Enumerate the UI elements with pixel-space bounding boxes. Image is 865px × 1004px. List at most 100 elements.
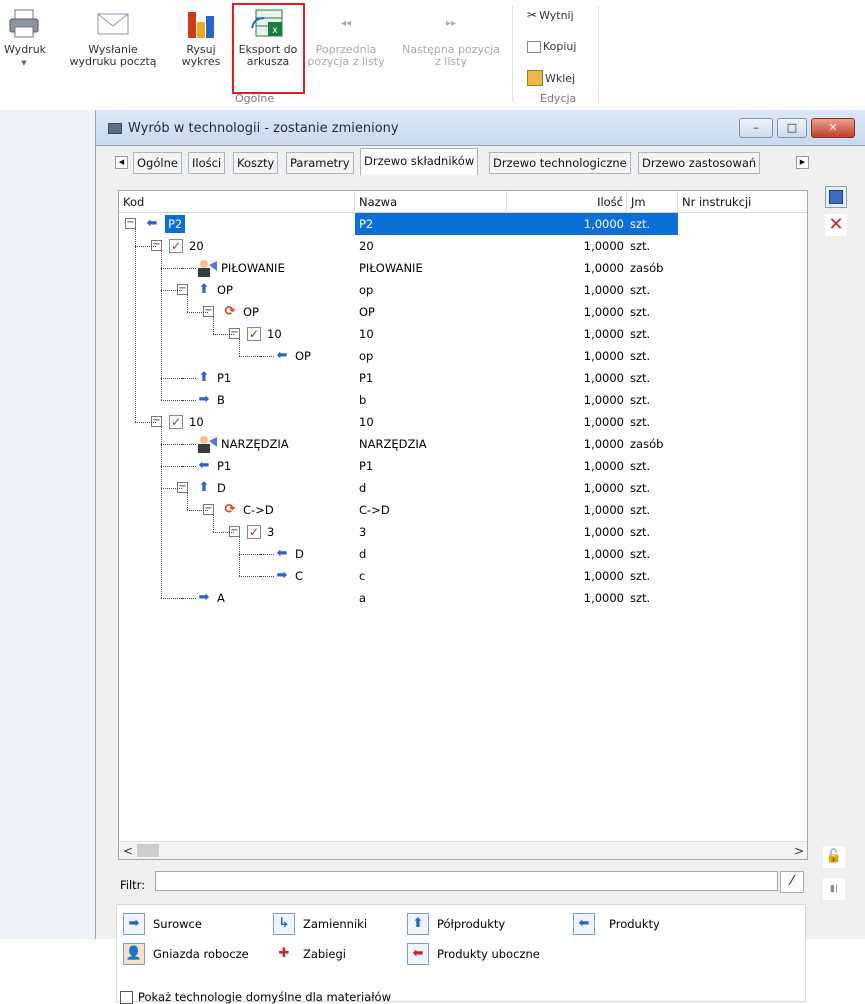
product-arrow-left-icon: ⬅ xyxy=(146,216,158,231)
close-button[interactable]: ✕ xyxy=(811,118,855,138)
legend-polprodukty[interactable]: ⬆ Półprodukty xyxy=(407,913,505,935)
tree-row[interactable]: − ✓ 10 10 1,0000 szt. xyxy=(119,411,807,433)
group-edycja-label: Edycja xyxy=(540,92,577,105)
components-tree-grid[interactable]: Kod Nazwa Ilość Jm Nr instrukcji − ⬅ P2 P2 1… xyxy=(118,190,808,860)
scroll-right-icon[interactable]: > xyxy=(794,844,804,858)
work-center-icon xyxy=(195,435,217,453)
default-technology-checkbox[interactable]: Pokaż technologie domyślne dla materiałó… xyxy=(120,990,391,1004)
draw-chart-button[interactable]: Rysuj wykres xyxy=(172,8,230,68)
tree-row[interactable]: − ✓ 20 20 1,0000 szt. xyxy=(119,235,807,257)
maximize-button[interactable]: □ xyxy=(777,118,807,138)
scroll-left-icon[interactable]: < xyxy=(123,844,133,858)
tab-ogolne[interactable]: Ogólne xyxy=(133,152,182,174)
cell-kod: ⬅ D xyxy=(119,543,355,565)
tree-guide-line xyxy=(161,444,182,445)
scroll-thumb[interactable] xyxy=(137,844,159,857)
tab-drzewo-skladnikow[interactable]: Drzewo składników xyxy=(360,148,479,175)
tab-koszty[interactable]: Koszty xyxy=(233,152,279,174)
tree-connector xyxy=(182,400,196,401)
lock-button[interactable]: 🔓 xyxy=(823,846,845,868)
paste-button[interactable]: Wklej xyxy=(527,70,575,86)
save-button[interactable] xyxy=(825,186,847,208)
kod-text: P1 xyxy=(217,459,232,473)
grid-header: Kod Nazwa Ilość Jm Nr instrukcji xyxy=(119,191,807,213)
column-nr-instrukcji[interactable]: Nr instrukcji xyxy=(678,191,807,213)
close-icon: ✕ xyxy=(828,214,844,235)
legend-produkty[interactable]: ⬅ Produkty xyxy=(573,913,660,935)
minimize-button[interactable]: – xyxy=(739,118,773,138)
legend-gniazda[interactable]: 👤 Gniazda robocze xyxy=(123,943,249,965)
tab-scroll-right-icon[interactable]: ▶ xyxy=(796,156,809,169)
operation-icon: ✚ xyxy=(273,943,295,965)
pin-button[interactable]: ▮| xyxy=(823,878,845,900)
tree-row[interactable]: ➡ Cc 1,0000 szt. xyxy=(119,565,807,587)
raw-material-arrow-right-icon: ➡ xyxy=(198,590,210,605)
paste-icon xyxy=(527,70,543,86)
tab-drzewo-zastosowan[interactable]: Drzewo zastosowań xyxy=(638,152,761,174)
kod-content: ✓ 3 xyxy=(247,521,274,543)
tree-row[interactable]: ➡ Aa 1,0000 szt. xyxy=(119,587,807,609)
column-kod[interactable]: Kod xyxy=(119,191,355,213)
tab-content: Kod Nazwa Ilość Jm Nr instrukcji − ⬅ P2 P2 1… xyxy=(96,178,865,1004)
operation-check-icon: ✓ xyxy=(247,327,261,341)
tree-connector xyxy=(182,466,196,467)
column-jm[interactable]: Jm xyxy=(627,191,678,213)
filter-input[interactable] xyxy=(155,871,778,891)
tree-guide-line xyxy=(239,554,260,555)
semi-product-arrow-up-icon: ⬆ xyxy=(198,282,210,297)
default-technology-label: Pokaż technologie domyślne dla materiałó… xyxy=(138,990,391,1004)
cell-kod: PIŁOWANIE xyxy=(119,257,355,279)
tree-row[interactable]: ⬆ P1 P1 1,0000 szt. xyxy=(119,367,807,389)
next-item-button[interactable]: ▸▸ Następna pozycja z listy xyxy=(394,8,508,68)
tree-guide-line xyxy=(161,290,182,291)
cell-jm: szt. xyxy=(630,481,651,495)
tree-row[interactable]: − ⟳ OP OP 1,0000 szt. xyxy=(119,301,807,323)
tree-connector xyxy=(182,598,196,599)
column-ilosc[interactable]: Ilość xyxy=(507,191,627,213)
previous-item-button[interactable]: ◂◂ Poprzednia pozycja z listy xyxy=(306,8,386,68)
tree-row[interactable]: ⬅ OP op 1,0000 szt. xyxy=(119,345,807,367)
horizontal-scrollbar[interactable]: < > xyxy=(119,841,807,859)
tree-row[interactable]: ➡ Bb 1,0000 szt. xyxy=(119,389,807,411)
collapse-icon[interactable]: − xyxy=(125,218,136,229)
column-nazwa[interactable]: Nazwa xyxy=(355,191,507,213)
tab-scroll-left-icon[interactable]: ◀ xyxy=(115,156,128,169)
cell-nazwa: OP xyxy=(359,305,375,319)
legend-surowce[interactable]: ➡ Surowce xyxy=(123,913,202,935)
substitute-arrow-icon: ↳ xyxy=(273,913,295,935)
cell-kod: − ⬅ P2 xyxy=(119,213,355,235)
cell-nr-instrukcji xyxy=(678,543,807,565)
cell-ilosc: 1,0000 xyxy=(583,547,624,561)
kod-text: D xyxy=(295,547,304,561)
legend-zamienniki[interactable]: ↳ Zamienniki xyxy=(273,913,367,935)
tree-row[interactable]: ⬅ P1 P1 1,0000 szt. xyxy=(119,455,807,477)
cut-button[interactable]: ✂ Wytnij xyxy=(527,8,574,22)
title-bar[interactable]: Wyrób w technologii - zostanie zmieniony… xyxy=(96,110,865,146)
checkbox-box[interactable] xyxy=(120,990,133,1004)
cell-nazwa: d xyxy=(359,481,367,495)
copy-button[interactable]: Kopiuj xyxy=(527,40,576,53)
legend-zabiegi[interactable]: ✚ Zabiegi xyxy=(273,943,346,965)
legend-uboczne[interactable]: ⬅ Produkty uboczne xyxy=(407,943,540,965)
cell-nr-instrukcji xyxy=(678,279,807,301)
ribbon-separator xyxy=(512,6,513,102)
product-arrow-left-icon: ⬅ xyxy=(276,546,288,561)
previous-icon: ◂◂ xyxy=(340,18,352,29)
tree-row[interactable]: NARZĘDZIA NARZĘDZIA 1,0000 zasób xyxy=(119,433,807,455)
tree-row[interactable]: ⬅ Dd 1,0000 szt. xyxy=(119,543,807,565)
tree-row[interactable]: − ⬅ P2 P2 1,0000 szt. xyxy=(119,213,807,235)
tree-row[interactable]: − ⟳ C->D C->D 1,0000 szt. xyxy=(119,499,807,521)
cell-nazwa: b xyxy=(359,393,367,407)
clear-filter-button[interactable]: ⁄ xyxy=(780,871,804,893)
cancel-button[interactable]: ✕ xyxy=(825,214,847,236)
tab-parametry[interactable]: Parametry xyxy=(286,152,354,174)
tab-drzewo-technologiczne[interactable]: Drzewo technologiczne xyxy=(489,152,631,174)
paste-label: Wklej xyxy=(545,71,576,85)
tree-row[interactable]: − ⬆ OP op 1,0000 szt. xyxy=(119,279,807,301)
print-button[interactable]: Wydruk ▼ xyxy=(4,8,46,69)
tree-row[interactable]: − ⬆ Dd 1,0000 szt. xyxy=(119,477,807,499)
tree-guide-line xyxy=(239,537,240,576)
tree-row[interactable]: PIŁOWANIE PIŁOWANIE 1,0000 zasób xyxy=(119,257,807,279)
send-email-button[interactable]: Wysłanie wydruku pocztą xyxy=(60,8,166,68)
tab-ilosci[interactable]: Ilości xyxy=(188,152,226,174)
